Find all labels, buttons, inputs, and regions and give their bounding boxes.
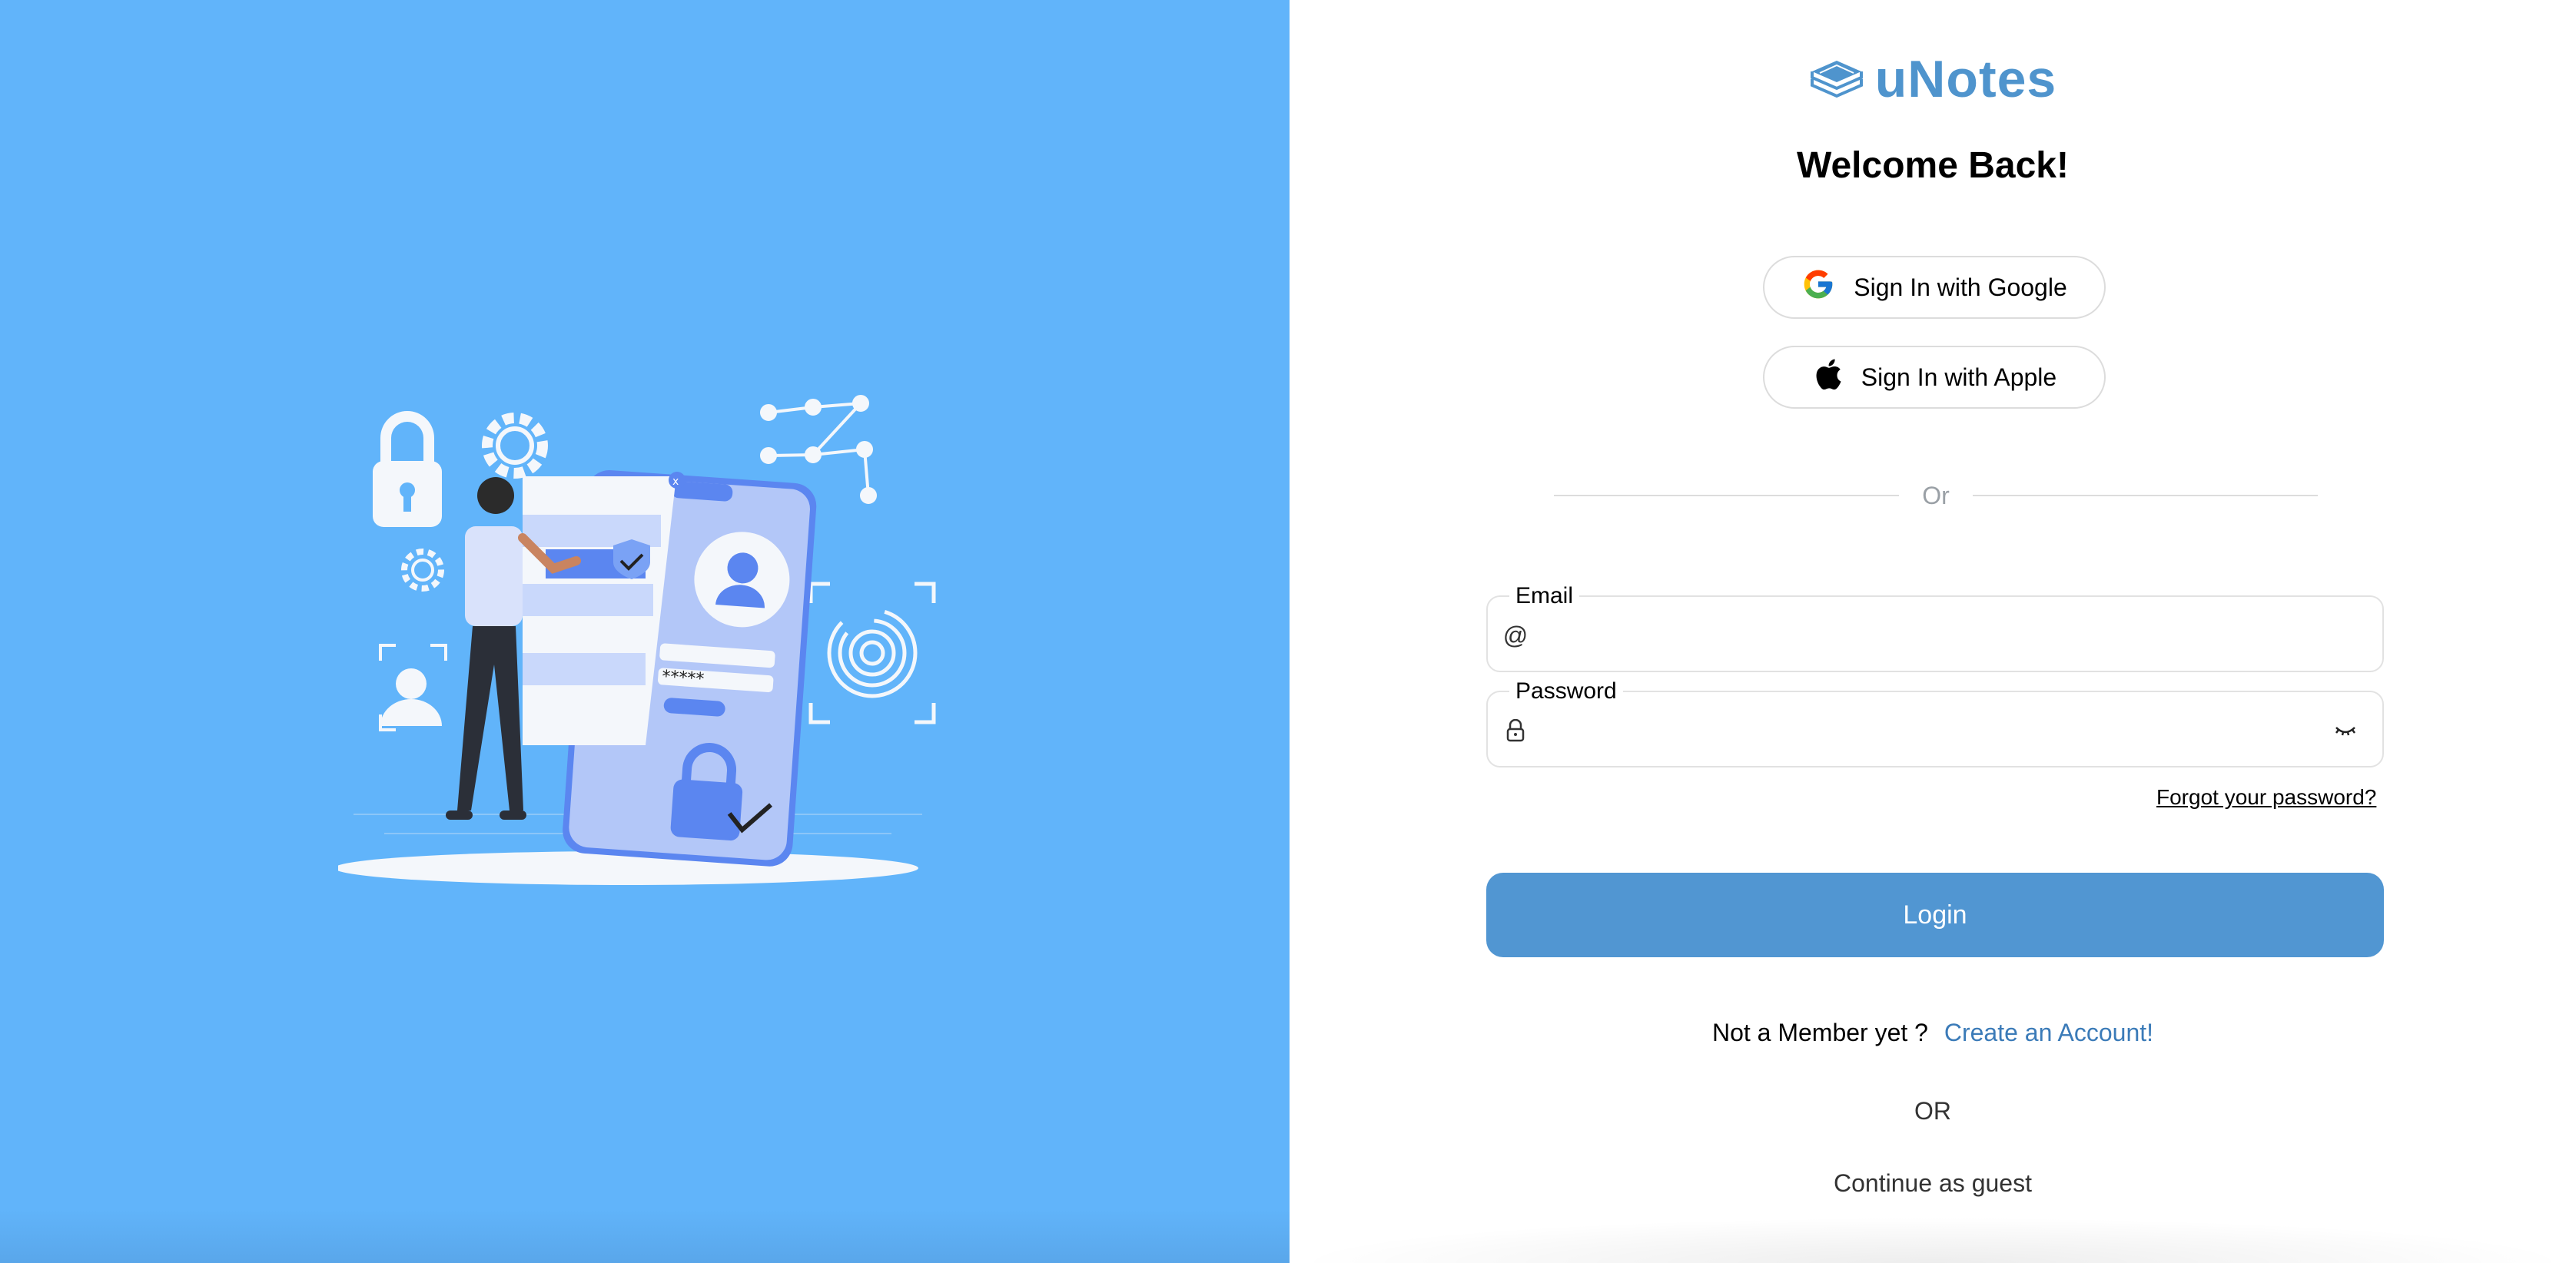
google-sign-in-label: Sign In with Google [1854,273,2067,301]
or-divider: Or [1554,476,2319,515]
lock-icon [1500,715,1531,746]
security-login-illustration: ***** x [338,395,936,885]
signup-question: Not a Member yet ? [1711,1019,1928,1046]
welcome-title: Welcome Back! [1797,145,2069,186]
brand-name: uNotes [1874,50,2057,108]
stacked-books-icon [1809,56,1864,103]
or-separator-text: OR [1914,1097,1951,1125]
email-label: Email [1509,583,1580,609]
create-account-link[interactable]: Create an Account! [1944,1019,2153,1046]
at-icon: @ [1502,621,1529,649]
divider-line [1554,495,1900,496]
left-illustration-panel: ***** x [0,0,1290,1263]
eye-closed-icon[interactable] [2330,718,2361,743]
login-panel: uNotes Welcome Back! Sign In with Google… [1290,0,2576,1263]
forgot-password-link[interactable]: Forgot your password? [2156,785,2376,810]
apple-sign-in-button[interactable]: Sign In with Apple [1763,346,2106,409]
divider-text: Or [1922,481,1950,509]
apple-icon [1812,356,1843,398]
bottom-shadow [0,1209,1290,1263]
apple-sign-in-label: Sign In with Apple [1861,363,2057,391]
login-button[interactable]: Login [1486,873,2384,957]
password-field: Password [1486,678,2384,767]
continue-as-guest-link[interactable]: Continue as guest [1290,1169,2576,1198]
password-input[interactable] [1542,709,2313,754]
password-label: Password [1509,678,1623,704]
brand-header: uNotes [1290,45,2576,114]
email-field: Email @ [1486,583,2384,672]
bottom-shadow [1290,1217,2576,1263]
svg-text:*****: ***** [661,667,705,689]
signup-prompt: Not a Member yet ? Create an Account! [1290,1019,2576,1047]
svg-text:x: x [672,476,679,488]
email-input[interactable] [1542,614,2313,658]
google-sign-in-button[interactable]: Sign In with Google [1763,256,2106,319]
divider-line [1972,495,2319,496]
google-icon [1801,267,1835,307]
